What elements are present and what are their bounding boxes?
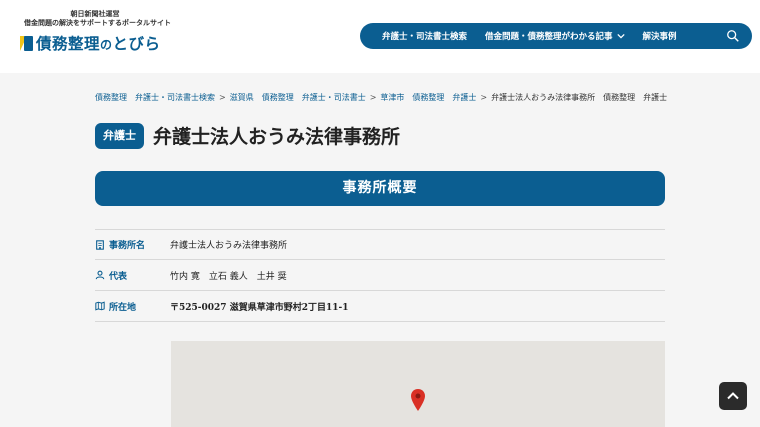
- breadcrumb-current: 弁護士法人おうみ法律事務所: [491, 93, 596, 102]
- info-label: 事務所名: [95, 238, 170, 251]
- category-badge: 弁護士: [95, 122, 144, 149]
- chevron-up-icon: [727, 392, 739, 400]
- office-map[interactable]: [171, 341, 665, 427]
- nav-item-articles[interactable]: 借金問題・債務整理がわかる記事: [485, 30, 625, 42]
- map-icon: [95, 301, 105, 311]
- door-logo-icon: [20, 35, 33, 51]
- breadcrumb-current-tail: 債務整理: [603, 93, 636, 102]
- address-value: 〒525-0027 滋賀県草津市野村2丁目11-1: [170, 302, 349, 313]
- breadcrumb-item[interactable]: 債務整理: [95, 93, 127, 102]
- logo-text: 債務整理のとびら: [36, 35, 161, 53]
- building-icon: [96, 239, 104, 250]
- breadcrumb-item[interactable]: 債務整理: [412, 93, 444, 102]
- table-row: 所在地 〒525-0027 滋賀県草津市野村2丁目11-1: [95, 291, 665, 322]
- search-icon[interactable]: [726, 29, 740, 43]
- representative-value: 竹内 寛 立石 義人 土井 奨: [170, 271, 287, 282]
- breadcrumb-item[interactable]: 草津市: [380, 93, 404, 102]
- page-title: 弁護士法人おうみ法律事務所: [153, 126, 401, 148]
- map-pin-icon[interactable]: [411, 389, 425, 411]
- info-label: 代表: [95, 269, 170, 282]
- info-label: 所在地: [95, 300, 170, 313]
- office-name-value: 弁護士法人おうみ法律事務所: [170, 241, 288, 251]
- site-logo[interactable]: 債務整理のとびら: [20, 32, 180, 54]
- chevron-down-icon: [616, 33, 625, 39]
- table-row: 事務所名 弁護士法人おうみ法律事務所: [95, 229, 665, 260]
- breadcrumb-item[interactable]: 弁護士・司法書士検索: [135, 93, 215, 102]
- brand-tagline: 借金問題の解決をサポートするポータルサイト: [24, 18, 171, 27]
- breadcrumb-item[interactable]: 滋賀県: [230, 93, 254, 102]
- breadcrumb: 債務整理 弁護士・司法書士検索 > 滋賀県 債務整理 弁護士・司法書士 > 草津市 債務整理 弁護…: [95, 93, 668, 102]
- nav-item-lawyer-search[interactable]: 弁護士・司法書士検索: [382, 30, 467, 42]
- breadcrumb-current-tail: 弁護士: [643, 93, 668, 102]
- brand[interactable]: 朝日新聞社運営 借金問題の解決をサポートするポータルサイト 債務整理のとびら: [20, 9, 180, 54]
- section-heading: 事務所概要: [95, 171, 665, 206]
- title-row: 弁護士 弁護士法人おうみ法律事務所: [95, 122, 400, 149]
- breadcrumb-item[interactable]: 弁護士・司法書士: [302, 93, 366, 102]
- site-header: 朝日新聞社運営 借金問題の解決をサポートするポータルサイト 債務整理のとびら 弁…: [0, 0, 760, 73]
- person-icon: [95, 270, 105, 280]
- office-info-table: 事務所名 弁護士法人おうみ法律事務所 代表 竹内 寛 立石 義人 土井 奨 所在…: [95, 229, 665, 322]
- table-row: 代表 竹内 寛 立石 義人 土井 奨: [95, 260, 665, 291]
- brand-operator: 朝日新聞社運営: [70, 9, 120, 18]
- breadcrumb-item[interactable]: 債務整理: [262, 93, 294, 102]
- nav-item-cases[interactable]: 解決事例: [643, 30, 677, 42]
- back-to-top-button[interactable]: [719, 382, 747, 410]
- breadcrumb-item[interactable]: 弁護士: [452, 93, 476, 102]
- main-nav: 弁護士・司法書士検索 借金問題・債務整理がわかる記事 解決事例: [360, 23, 752, 49]
